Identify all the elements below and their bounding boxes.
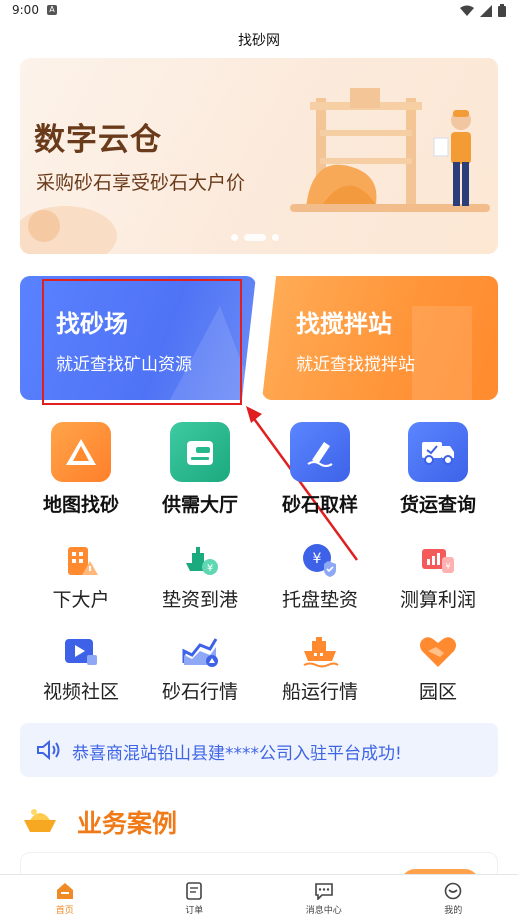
nav-messages[interactable]: 消息中心: [259, 875, 389, 920]
card-subtitle: 就近查找搅拌站: [296, 355, 415, 375]
freight-query-item[interactable]: 货运查询: [378, 422, 498, 517]
carousel-dot[interactable]: [231, 234, 238, 241]
handshake-heart-icon: [418, 632, 458, 672]
grid-label: 货运查询: [399, 494, 476, 516]
announcement-text: 恭喜商混站铅山县建****公司入驻平台成功!: [72, 744, 402, 764]
grid-label: 视频社区: [42, 681, 119, 703]
nav-label: 首页: [55, 906, 74, 916]
nav-label: 消息中心: [305, 906, 342, 916]
nav-profile[interactable]: 我的: [389, 875, 518, 920]
order-icon: [183, 881, 205, 901]
grid-label: 砂石取样: [281, 494, 358, 516]
grid-label: 园区: [418, 681, 457, 703]
app-notification-icon: A: [47, 5, 57, 15]
trend-chart-icon: [180, 632, 220, 672]
carousel-dot-active[interactable]: [244, 234, 266, 241]
card-title: 找砂场: [56, 310, 128, 338]
find-sand-yard-card[interactable]: 找砂场 就近查找矿山资源: [20, 276, 256, 400]
speaker-icon: [37, 739, 60, 761]
battery-icon: [498, 4, 506, 17]
status-bar: 9:00 A: [0, 0, 518, 22]
section-title: 业务案例: [77, 809, 178, 838]
video-community-item[interactable]: 视频社区: [21, 632, 141, 704]
signal-icon: [480, 4, 492, 17]
grid-label: 垫资到港: [161, 589, 238, 611]
carousel-indicator[interactable]: [231, 234, 279, 241]
nav-home[interactable]: 首页: [0, 875, 130, 920]
grid-label: 船运行情: [281, 681, 358, 703]
message-icon: [313, 881, 335, 901]
big-customer-item[interactable]: 下大户: [21, 540, 141, 612]
svg-text:¥: ¥: [313, 551, 322, 567]
grid-label: 砂石行情: [161, 681, 238, 703]
status-indicators: [460, 4, 506, 17]
carousel-dot[interactable]: [272, 234, 279, 241]
park-item[interactable]: 园区: [378, 632, 498, 704]
gold-ingot-icon: [24, 809, 56, 832]
shipping-market-item[interactable]: 船运行情: [260, 632, 380, 704]
pallet-funding-item[interactable]: ¥ 托盘垫资: [260, 540, 380, 612]
card-subtitle: 就近查找矿山资源: [56, 355, 192, 375]
grid-label: 供需大厅: [161, 494, 238, 516]
profit-calc-item[interactable]: ¥ 测算利润: [378, 540, 498, 612]
profit-chart-icon: ¥: [418, 540, 458, 580]
nav-label: 我的: [444, 906, 463, 916]
app-title: 找砂网: [238, 33, 280, 49]
nav-label: 订单: [185, 906, 204, 916]
profile-icon: [442, 881, 464, 901]
svg-text:¥: ¥: [445, 562, 450, 571]
grid-label: 测算利润: [399, 589, 476, 611]
home-icon: [54, 881, 76, 901]
status-time: 9:00: [12, 3, 39, 17]
promo-banner[interactable]: 数字云仓 采购砂石享受砂石大户价: [20, 58, 498, 254]
map-find-sand-item[interactable]: 地图找砂: [21, 422, 141, 517]
grid-label: 地图找砂: [42, 494, 119, 516]
announcement-bar[interactable]: 恭喜商混站铅山县建****公司入驻平台成功!: [20, 723, 498, 777]
building-warning-icon: [61, 540, 101, 580]
funding-to-port-item[interactable]: ¥ 垫资到港: [140, 540, 260, 612]
sand-sampling-item[interactable]: 砂石取样: [260, 422, 380, 517]
nav-orders[interactable]: 订单: [130, 875, 260, 920]
sample-pen-icon: [290, 422, 350, 482]
banner-subtitle: 采购砂石享受砂石大户价: [36, 172, 246, 194]
truck-icon: [408, 422, 468, 482]
grid-label: 下大户: [52, 589, 110, 611]
svg-text:¥: ¥: [207, 563, 213, 574]
market-hall-icon: [170, 422, 230, 482]
yen-shield-icon: ¥: [300, 540, 340, 580]
map-mountain-icon: [51, 422, 111, 482]
wifi-icon: [460, 5, 474, 16]
supply-demand-hall-item[interactable]: 供需大厅: [140, 422, 260, 517]
grid-label: 托盘垫资: [281, 589, 358, 611]
video-icon: [61, 632, 101, 672]
bottom-nav: 首页 订单 消息中心 我的: [0, 874, 518, 920]
cargo-ship-icon: [300, 632, 340, 672]
card-title: 找搅拌站: [296, 310, 392, 338]
banner-title: 数字云仓: [34, 122, 162, 158]
ship-coin-icon: ¥: [180, 540, 220, 580]
sand-market-item[interactable]: 砂石行情: [140, 632, 260, 704]
find-mixing-station-card[interactable]: 找搅拌站 就近查找搅拌站: [262, 276, 498, 400]
